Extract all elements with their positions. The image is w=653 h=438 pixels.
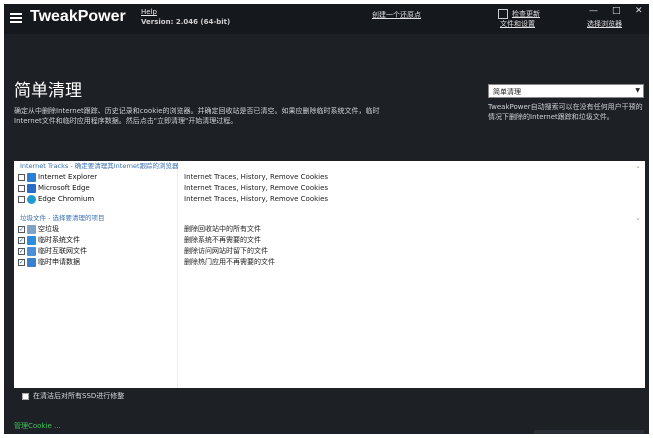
group-header-label: Internet Tracks - 确定要清理其Internet跟踪的浏览器	[20, 162, 179, 170]
item-checkbox[interactable]	[18, 196, 25, 203]
page-title: 简单清理	[14, 81, 82, 101]
close-button[interactable]: ✕	[635, 6, 643, 16]
internet-explorer-icon	[27, 173, 36, 182]
item-name: 临时申请数据	[38, 258, 80, 266]
collapse-chevron-icon[interactable]: ⌄	[635, 161, 641, 171]
manage-cookies-link[interactable]: 管理Cookie ...	[14, 421, 61, 431]
list-item[interactable]: Edge Chromium Internet Traces, History, …	[14, 194, 645, 205]
edge-icon	[27, 184, 36, 193]
list-item[interactable]: ✓ 临时系统文件 删除系统不再需要的文件	[14, 235, 645, 246]
ssd-trim-option[interactable]: 在清洁后对所有SSD进行修整	[14, 391, 234, 402]
select-browser-link[interactable]: 选择浏览器	[587, 19, 622, 29]
cleanup-mode-value: 简单清理	[493, 88, 521, 96]
recycle-bin-icon	[27, 225, 36, 234]
minimize-button[interactable]: —	[589, 6, 598, 16]
list-item[interactable]: ✓ 空垃圾 删除回收站中的所有文件	[14, 224, 645, 235]
check-update-label: 检查更新	[512, 10, 540, 18]
windows-icon	[27, 236, 36, 245]
app-window: TweakPower Help Version: 2.046 (64-bit) …	[4, 4, 649, 434]
update-checkbox-icon	[498, 9, 508, 19]
cleanup-list: Internet Tracks - 确定要清理其Internet跟踪的浏览器 ⌄…	[14, 161, 645, 388]
list-item[interactable]: ✓ 临时申请数据 删除热门应用不再需要的文件	[14, 257, 645, 268]
ssd-trim-checkbox[interactable]	[22, 393, 29, 400]
item-checkbox[interactable]	[18, 185, 25, 192]
title-bar: TweakPower Help Version: 2.046 (64-bit) …	[4, 4, 649, 34]
mode-description: TweakPower自动搜索可以在没有任何用户干预的情况下删除的Internet…	[488, 103, 643, 121]
page-description: 确定从中删除Internet跟踪、历史记录和cookie的浏览器。并确定回收站是…	[14, 107, 380, 125]
item-info: Internet Traces, History, Remove Cookies	[184, 173, 329, 181]
check-update-button[interactable]: 检查更新 文件和设置	[498, 7, 550, 31]
list-item[interactable]: Microsoft Edge Internet Traces, History,…	[14, 183, 645, 194]
item-info: Internet Traces, History, Remove Cookies	[184, 184, 329, 192]
restore-point-link[interactable]: 创建一个还原点	[372, 10, 421, 20]
item-info: 删除热门应用不再需要的文件	[184, 258, 275, 266]
cleanup-mode-select[interactable]: 简单清理 ▼	[488, 84, 644, 98]
group-header-internet-tracks[interactable]: Internet Tracks - 确定要清理其Internet跟踪的浏览器 ⌄	[14, 161, 645, 171]
list-item[interactable]: ✓ 临时互联网文件 删除访问网站时留下的文件	[14, 246, 645, 257]
ssd-trim-label: 在清洁后对所有SSD进行修整	[33, 392, 125, 400]
item-checkbox[interactable]: ✓	[18, 237, 25, 244]
group-header-junk-files[interactable]: 垃圾文件 - 选择要清理的项目 ⌄	[14, 213, 645, 223]
item-info: 删除系统不再需要的文件	[184, 236, 261, 244]
version-label: Version: 2.046 (64-bit)	[141, 18, 231, 26]
chevron-down-icon: ▼	[635, 87, 640, 94]
maximize-button[interactable]: □	[612, 6, 621, 16]
app-title: TweakPower	[30, 8, 126, 25]
help-link[interactable]: Help	[141, 8, 157, 16]
item-name: 临时互联网文件	[38, 247, 87, 255]
item-name: Edge Chromium	[38, 195, 95, 203]
list-item[interactable]: Internet Explorer Internet Traces, Histo…	[14, 172, 645, 183]
item-name: Internet Explorer	[38, 173, 98, 181]
item-info: 删除访问网站时留下的文件	[184, 247, 268, 255]
edge-chromium-icon	[27, 195, 36, 204]
app-data-icon	[27, 258, 36, 267]
item-checkbox[interactable]	[18, 174, 25, 181]
item-checkbox[interactable]: ✓	[18, 248, 25, 255]
status-strip	[534, 430, 644, 434]
files-settings-label: 文件和设置	[500, 20, 535, 28]
item-checkbox[interactable]: ✓	[18, 259, 25, 266]
collapse-chevron-icon[interactable]: ⌄	[635, 213, 641, 223]
group-header-label: 垃圾文件 - 选择要清理的项目	[20, 214, 105, 222]
internet-files-icon	[27, 247, 36, 256]
item-name: 空垃圾	[38, 225, 59, 233]
item-checkbox[interactable]: ✓	[18, 226, 25, 233]
item-name: 临时系统文件	[38, 236, 80, 244]
item-name: Microsoft Edge	[38, 184, 90, 192]
item-info: Internet Traces, History, Remove Cookies	[184, 195, 329, 203]
item-info: 删除回收站中的所有文件	[184, 225, 261, 233]
menu-icon[interactable]	[10, 13, 22, 23]
